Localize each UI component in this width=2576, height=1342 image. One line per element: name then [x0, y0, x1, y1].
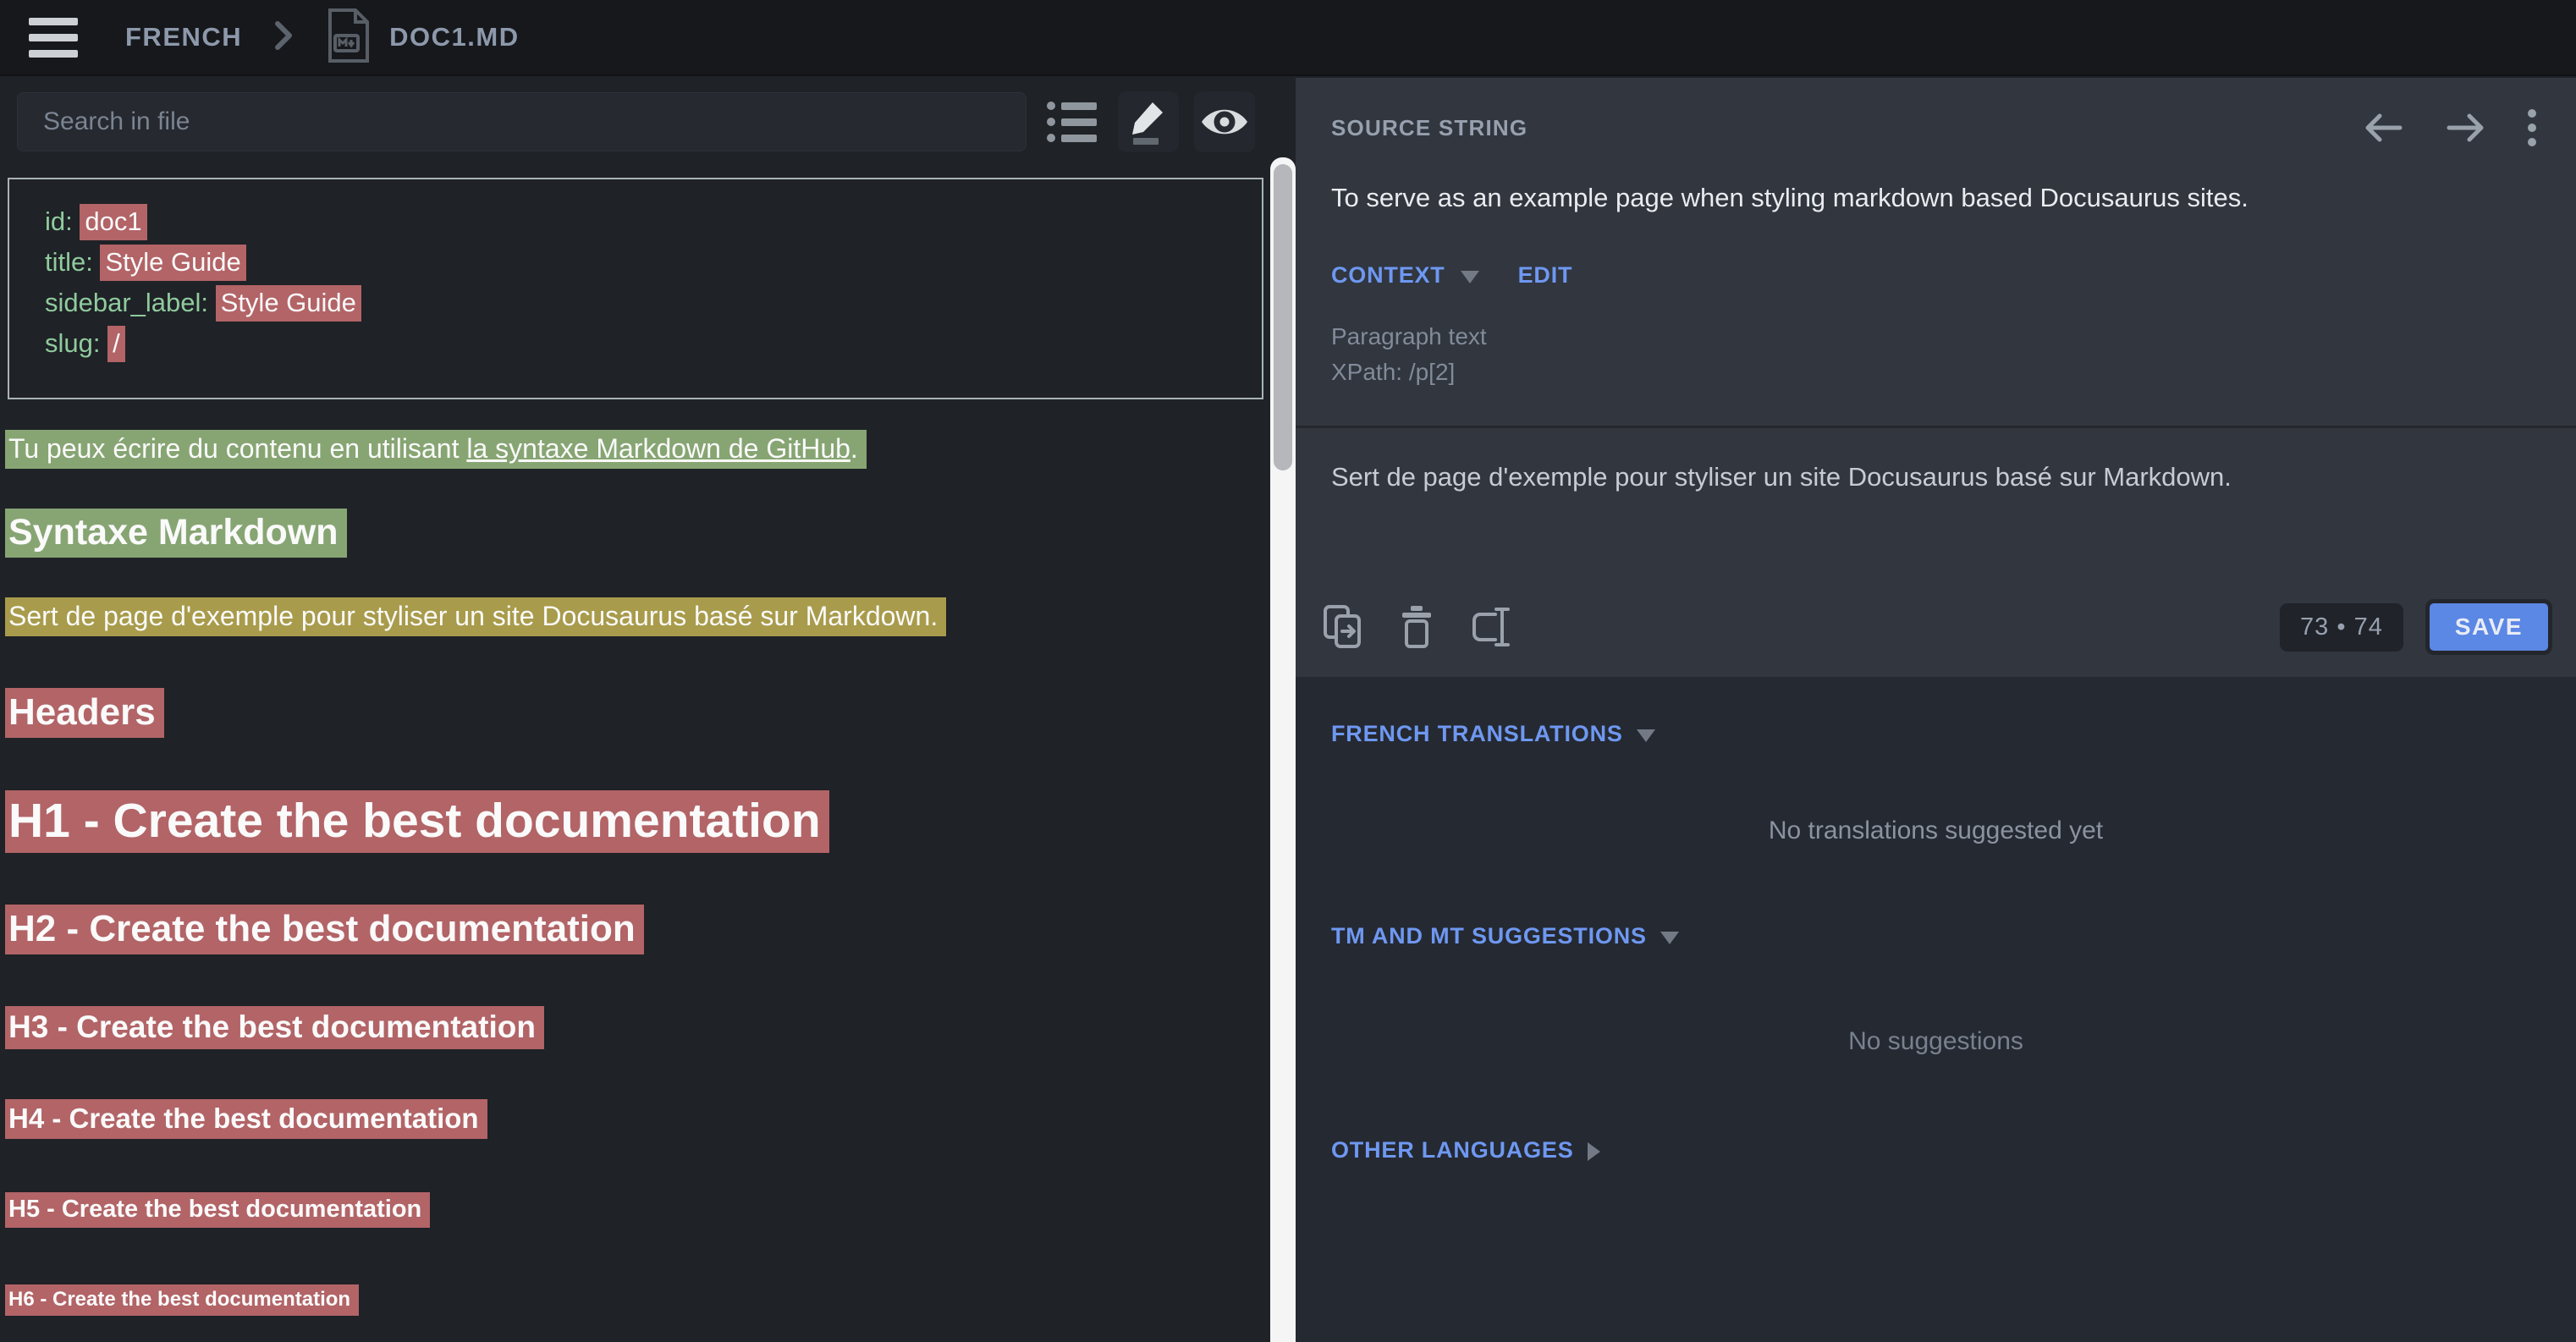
context-meta-xpath: XPath: /p[2] [1331, 355, 2540, 390]
frontmatter-line: title: Style Guide [45, 242, 1236, 283]
source-string[interactable]: H5 - Create the best documentation [5, 1192, 430, 1228]
frontmatter-line: sidebar_label: Style Guide [45, 283, 1236, 323]
char-counter: 73 • 74 [2280, 603, 2403, 652]
arrow-right-icon [2444, 110, 2488, 146]
clear-translation-button[interactable] [1399, 604, 1434, 650]
save-button[interactable]: SAVE [2425, 599, 2552, 655]
list-icon [1046, 98, 1098, 146]
preview-mode-button[interactable] [1194, 91, 1255, 152]
pending-string[interactable]: Sert de page d'exemple pour styliser un … [5, 597, 946, 636]
other-languages-toggle[interactable]: OTHER LANGUAGES [1331, 1137, 1574, 1163]
heading-headers: Headers [5, 691, 1262, 734]
chevron-right-icon [272, 19, 294, 57]
breadcrumb-file-label: DOC1.MD [389, 22, 519, 52]
translation-panel: SOURCE STRING To [1296, 78, 2576, 1342]
frontmatter-line: slug: / [45, 323, 1236, 364]
source-string[interactable]: Style Guide [216, 285, 361, 322]
pencil-icon [1129, 99, 1168, 145]
previous-string-button[interactable] [2361, 110, 2405, 146]
source-string[interactable]: H3 - Create the best documentation [5, 1006, 544, 1049]
top-bar: FRENCH DOC1.MD [0, 0, 2576, 76]
source-string[interactable]: Headers [5, 688, 164, 738]
heading-syntaxe-markdown: Syntaxe Markdown [5, 512, 1262, 553]
tm-mt-suggestions-toggle[interactable]: TM AND MT SUGGESTIONS [1331, 923, 1647, 949]
source-string[interactable]: H6 - Create the best documentation [5, 1284, 359, 1316]
heading-h1: H1 - Create the best documentation [5, 793, 1262, 849]
source-string[interactable]: H1 - Create the best documentation [5, 790, 829, 853]
tm-mt-suggestions-empty: No suggestions [1296, 1027, 2576, 1056]
context-meta-type: Paragraph text [1331, 319, 2540, 355]
paragraph-sert-de-page: Sert de page d'exemple pour styliser un … [5, 601, 1262, 632]
context-toggle[interactable]: CONTEXT [1331, 262, 1445, 289]
next-string-button[interactable] [2444, 110, 2488, 146]
heading-h6: H6 - Create the best documentation [5, 1288, 1262, 1312]
scrollbar-thumb[interactable] [1274, 164, 1292, 470]
inline-link[interactable]: la syntaxe Markdown de GitHub [466, 433, 850, 464]
copy-source-button[interactable] [1323, 604, 1363, 650]
chevron-down-icon [1660, 932, 1679, 944]
paragraph-intro: Tu peux écrire du contenu en utilisant l… [5, 433, 1262, 465]
chevron-down-icon [1637, 729, 1655, 742]
translated-string[interactable]: Syntaxe Markdown [5, 509, 347, 558]
md-file-icon [325, 8, 371, 68]
suggestions-section: FRENCH TRANSLATIONS No translations sugg… [1296, 677, 2576, 1342]
document-panel: id: doc1 title: Style Guide sidebar_labe… [0, 78, 1270, 1342]
chevron-down-icon [1461, 271, 1479, 283]
source-string[interactable]: H2 - Create the best documentation [5, 905, 644, 954]
heading-h2: H2 - Create the best documentation [5, 908, 1262, 950]
context-meta: Paragraph text XPath: /p[2] [1296, 319, 2576, 390]
context-edit-button[interactable]: EDIT [1518, 262, 1573, 289]
document-scrollbar[interactable] [1270, 157, 1296, 1342]
select-text-button[interactable] [1470, 604, 1512, 650]
heading-h3: H3 - Create the best documentation [5, 1009, 1262, 1045]
eye-icon [1200, 104, 1249, 140]
document-preview: id: doc1 title: Style Guide sidebar_labe… [0, 152, 1270, 1342]
source-string[interactable]: / [107, 326, 125, 362]
arrow-left-icon [2361, 110, 2405, 146]
french-translations-toggle[interactable]: FRENCH TRANSLATIONS [1331, 721, 1623, 747]
heading-h4: H4 - Create the best documentation [5, 1103, 1262, 1135]
more-menu-button[interactable] [2527, 108, 2537, 147]
copy-source-icon [1323, 604, 1363, 650]
breadcrumb-file[interactable]: DOC1.MD [325, 8, 519, 68]
frontmatter-line: id: doc1 [45, 201, 1236, 242]
source-string-title: SOURCE STRING [1331, 115, 1527, 141]
edit-mode-button[interactable] [1118, 91, 1179, 152]
source-string-text: To serve as an example page when styling… [1296, 147, 2576, 213]
source-string[interactable]: Style Guide [100, 245, 245, 281]
source-string[interactable]: H4 - Create the best documentation [5, 1099, 487, 1139]
frontmatter-block: id: doc1 title: Style Guide sidebar_labe… [8, 178, 1263, 399]
chevron-right-icon [1588, 1142, 1600, 1161]
menu-icon[interactable] [29, 18, 78, 58]
source-string-section: SOURCE STRING To [1296, 78, 2576, 677]
french-translations-empty: No translations suggested yet [1296, 817, 2576, 845]
trash-icon [1399, 604, 1434, 650]
strings-list-button[interactable] [1042, 91, 1103, 152]
source-string[interactable]: doc1 [80, 204, 146, 240]
translation-input[interactable]: Sert de page d'exemple pour styliser un … [1296, 428, 2576, 599]
breadcrumb-project[interactable]: FRENCH [125, 22, 242, 52]
select-text-icon [1470, 604, 1512, 650]
search-row [0, 78, 1270, 152]
kebab-icon [2527, 108, 2537, 147]
search-input[interactable] [17, 92, 1027, 151]
translated-string[interactable]: Tu peux écrire du contenu en utilisant l… [5, 430, 867, 469]
heading-h5: H5 - Create the best documentation [5, 1196, 1262, 1224]
